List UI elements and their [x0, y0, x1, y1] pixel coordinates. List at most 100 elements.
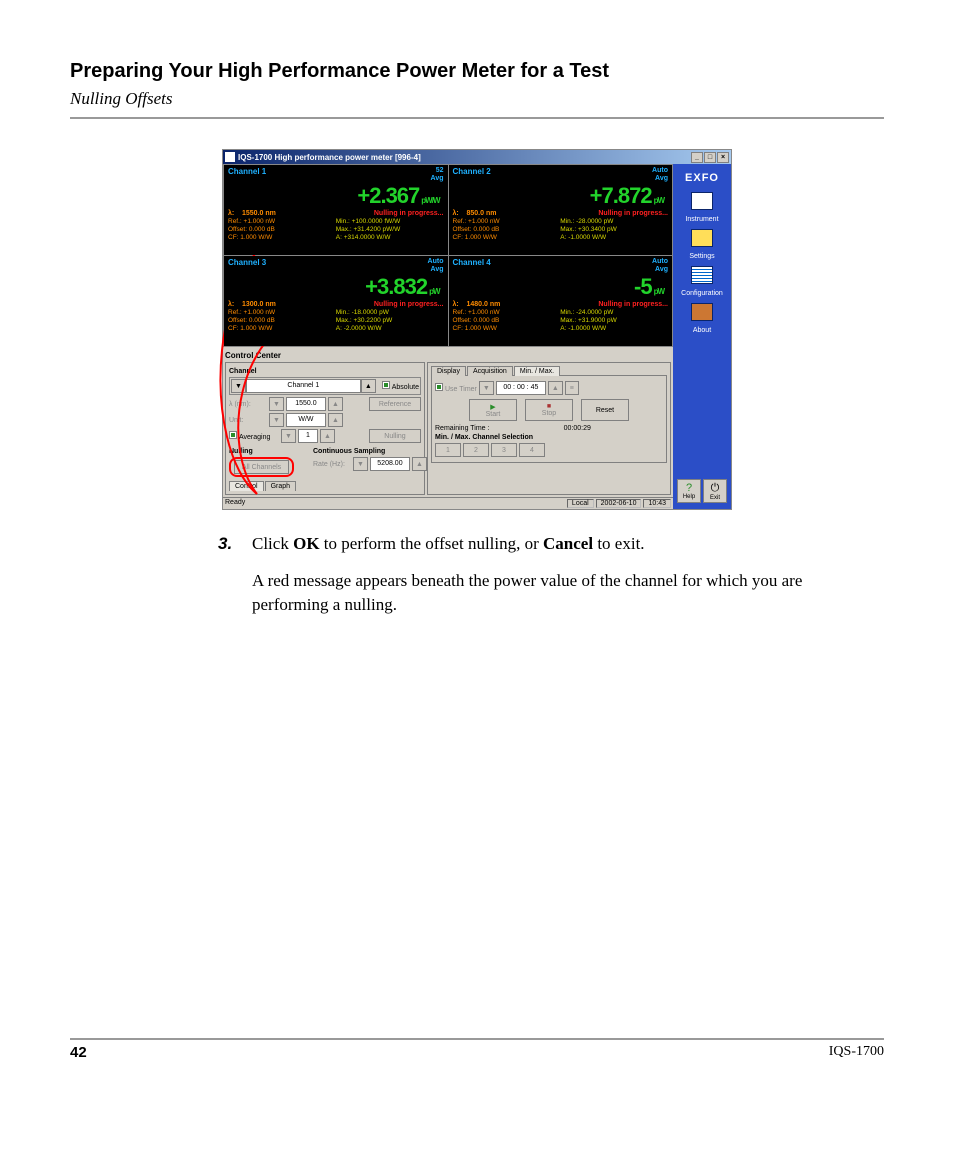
avg-value[interactable]: 1 [298, 429, 318, 443]
channel-name: Channel 3 [228, 258, 266, 274]
channel-lambda: λ: 1300.0 nm [228, 301, 374, 308]
app-window: IQS-1700 High performance power meter [9… [222, 149, 732, 510]
window-title: IQS-1700 High performance power meter [9… [238, 153, 421, 162]
tab-minmax[interactable]: Min. / Max. [514, 366, 560, 376]
nulling-message: Nulling in progress... [598, 210, 668, 217]
channel-stats-labels-right: Min.: -28.0000 pWMax.: +30.3400 pWA: -1.… [560, 218, 668, 242]
maximize-button[interactable]: □ [704, 152, 716, 163]
sidebar-item-settings[interactable]: Settings [689, 253, 714, 260]
rate-label: Rate (Hz): [313, 461, 351, 468]
status-ready: Ready [225, 499, 245, 508]
sidebar-item-about[interactable]: About [693, 327, 711, 334]
timer-up-button[interactable]: ▲ [548, 381, 563, 395]
close-button[interactable]: × [717, 152, 729, 163]
tab-acquisition[interactable]: Acquisition [467, 366, 513, 376]
avg-down-button[interactable]: ▼ [281, 429, 296, 443]
timer-down-button[interactable]: ▼ [479, 381, 494, 395]
use-timer-checkbox[interactable]: Use Timer [435, 383, 477, 393]
configuration-icon[interactable] [691, 266, 713, 284]
sidebar: EXFO Instrument Settings Configuration A… [673, 164, 731, 509]
channel-select-1[interactable]: 1 [435, 443, 461, 457]
unit-label: Unit: [229, 417, 267, 424]
lambda-up-button[interactable]: ▲ [328, 397, 343, 411]
status-time: 10:43 [643, 499, 671, 508]
sidebar-item-configuration[interactable]: Configuration [681, 290, 723, 297]
rate-value[interactable]: 5208.00 [370, 457, 410, 471]
screenshot: IQS-1700 High performance power meter [9… [222, 149, 732, 510]
channel-mode: AutoAvg [652, 167, 668, 183]
rate-up-button[interactable]: ▲ [412, 457, 427, 471]
exit-button[interactable]: ⏻Exit [703, 479, 727, 503]
footer-model: IQS-1700 [829, 1044, 884, 1060]
all-channels-button[interactable]: All Channels [234, 460, 289, 474]
help-button[interactable]: ?Help [677, 479, 701, 503]
titlebar: IQS-1700 High performance power meter [9… [223, 150, 731, 164]
followup-paragraph: A red message appears beneath the power … [252, 569, 864, 618]
channel-name: Channel 4 [453, 258, 491, 274]
channel-select-value[interactable]: Channel 1 [246, 379, 361, 393]
step-text: Click OK to perform the offset nulling, … [252, 532, 864, 557]
channel-mode: AutoAvg [652, 258, 668, 274]
unit-value[interactable]: W/W [286, 413, 326, 427]
page-number: 42 [70, 1044, 87, 1061]
sidebar-item-instrument[interactable]: Instrument [685, 216, 718, 223]
tab-graph[interactable]: Graph [265, 481, 296, 491]
channel-group-label: Channel [229, 368, 421, 375]
exfo-logo: EXFO [685, 172, 719, 184]
channel-value: +7.872pW [453, 183, 669, 209]
tab-control[interactable]: Control [229, 481, 264, 491]
channel-up-button[interactable]: ▲ [361, 379, 376, 393]
instrument-icon[interactable] [691, 192, 713, 210]
channel-stats-labels-right: Min.: -18.0000 pWMax.: +30.2200 pWA: -2.… [336, 309, 444, 333]
tab-display[interactable]: Display [431, 366, 466, 376]
stop-button[interactable]: ■Stop [525, 399, 573, 421]
section-subheading: Nulling Offsets [70, 89, 884, 109]
timer-value: 00 : 00 : 45 [496, 381, 546, 395]
avg-up-button[interactable]: ▲ [320, 429, 335, 443]
channel-mode: 52Avg [431, 167, 444, 183]
continuous-sampling-label: Continuous Sampling [313, 448, 427, 455]
rate-down-button[interactable]: ▼ [353, 457, 368, 471]
lambda-value[interactable]: 1550.0 [286, 397, 326, 411]
nulling-message: Nulling in progress... [374, 210, 444, 217]
channel-select-2[interactable]: 2 [463, 443, 489, 457]
nulling-button[interactable]: Nulling [369, 429, 421, 443]
channel-stats-labels-left: Ref.: +1.000 nWOffset: 0.000 dBCF: 1.000… [228, 218, 336, 242]
reset-button[interactable]: Reset [581, 399, 629, 421]
channel-value: -5pW [453, 274, 669, 300]
remaining-time-value: 00:00:29 [491, 425, 663, 432]
averaging-checkbox[interactable]: Averaging [229, 431, 279, 441]
settings-icon[interactable] [691, 229, 713, 247]
channel-name: Channel 2 [453, 167, 491, 183]
channel-stats-labels-left: Ref.: +1.000 nWOffset: 0.000 dBCF: 1.000… [228, 309, 336, 333]
timer-settings-icon[interactable]: ≡ [565, 381, 579, 395]
channel-stats-labels-left: Ref.: +1.000 nWOffset: 0.000 dBCF: 1.000… [453, 218, 561, 242]
status-date: 2002-06-10 [596, 499, 642, 508]
channel-mode: AutoAvg [428, 258, 444, 274]
channel-display-2: Channel 2AutoAvg+7.872pWλ: 850.0 nmNulli… [449, 165, 673, 255]
unit-up-button[interactable]: ▲ [328, 413, 343, 427]
channel-stats-labels-right: Min.: -24.0000 pWMax.: +31.9000 pWA: -1.… [560, 309, 668, 333]
channel-select-3[interactable]: 3 [491, 443, 517, 457]
section-heading: Preparing Your High Performance Power Me… [70, 60, 884, 83]
channel-down-button[interactable]: ▼ [231, 379, 246, 393]
channel-lambda: λ: 1480.0 nm [453, 301, 599, 308]
absolute-checkbox[interactable]: Absolute [382, 381, 419, 391]
channel-select-4[interactable]: 4 [519, 443, 545, 457]
channel-value: +3.832pW [228, 274, 444, 300]
lambda-label: λ (nm): [229, 401, 267, 408]
channel-stats-labels-left: Ref.: +1.000 nWOffset: 0.000 dBCF: 1.000… [453, 309, 561, 333]
minimize-button[interactable]: _ [691, 152, 703, 163]
unit-down-button[interactable]: ▼ [269, 413, 284, 427]
control-center-title: Control Center [225, 351, 671, 360]
about-icon[interactable] [691, 303, 713, 321]
reference-button[interactable]: Reference [369, 397, 421, 411]
status-local: Local [567, 499, 594, 508]
channel-lambda: λ: 1550.0 nm [228, 210, 374, 217]
minmax-selection-label: Min. / Max. Channel Selection [435, 434, 663, 441]
start-button[interactable]: ▶Start [469, 399, 517, 421]
lambda-down-button[interactable]: ▼ [269, 397, 284, 411]
nulling-message: Nulling in progress... [598, 301, 668, 308]
nulling-group-label: Nulling [229, 448, 309, 455]
nulling-message: Nulling in progress... [374, 301, 444, 308]
